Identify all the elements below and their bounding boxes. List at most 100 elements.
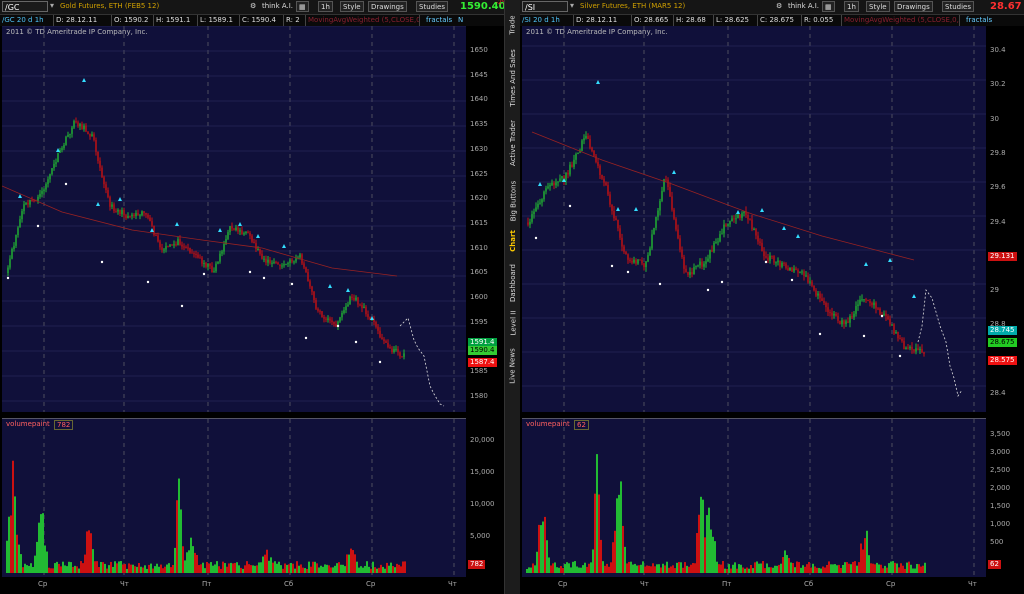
study-label[interactable]: MovingAvgWeighted (5,CLOSE,0,no) 28.965 [842,15,960,26]
volume-bar [896,563,898,573]
volume-bar [918,564,920,573]
gear-icon[interactable]: ⚙ [776,2,782,10]
price-axis[interactable]: 30.430.23029.829.629.429.22928.828.628.4… [986,26,1024,412]
candle-body [147,214,149,218]
tab-level-ii[interactable]: Level II [505,308,521,338]
time-axis[interactable]: Ср Чт Пт Сб Ср Чт [2,578,466,592]
candle-body [151,221,153,226]
style-button[interactable]: Style [340,1,364,12]
volume-bar [22,567,24,573]
volume-bar [676,562,678,573]
volume-chart-area[interactable] [2,418,466,577]
candle-body [229,226,231,233]
volume-bar [768,567,770,573]
candle-body [231,226,233,229]
candle-body [911,346,913,350]
n-label[interactable]: N [456,15,466,26]
volume-bar [838,564,840,573]
volume-bar [306,568,308,573]
fractals-label[interactable]: fractals [964,15,998,26]
volume-bar [706,515,708,573]
candle-body [175,244,177,246]
period-button[interactable]: 1h [318,1,333,12]
volume-axis[interactable]: 20,000 15,000 10,000 5,000 782 [466,418,504,576]
volume-bar [538,524,540,573]
volume-bar [224,563,226,573]
volume-bar [796,561,798,573]
calendar-icon[interactable]: ▦ [296,1,309,12]
volume-bar [604,565,606,573]
volume-bar [880,564,882,573]
style-button[interactable]: Style [866,1,890,12]
volume-chart-svg [526,419,975,577]
candle-body [203,263,205,265]
candle-body [785,263,787,269]
volume-bar [804,566,806,573]
volume-bar [114,561,116,573]
tab-trade[interactable]: Trade [505,8,521,42]
fractal-down-marker [6,276,10,280]
candle-body [707,258,709,262]
gear-icon[interactable]: ⚙ [250,2,256,10]
tab-big-buttons[interactable]: Big Buttons [505,178,521,224]
volume-bar [566,562,568,573]
volume-study-label[interactable]: volumepaint [6,420,50,428]
tab-times-and-sales[interactable]: Times And Sales [505,48,521,108]
symbol-input[interactable]: /SI [522,1,568,12]
candle-body [573,159,575,167]
symbol-description: Silver Futures, ETH (MAR5 12) [580,2,686,10]
candle-body [163,249,165,251]
price-axis[interactable]: 1650 1645 1640 1635 1630 1625 1620 1615 1610 1605… [466,26,504,412]
tab-label: Dashboard [509,264,518,302]
fractals-label[interactable]: fractals [424,15,456,26]
tab-chart[interactable]: Chart [505,226,521,256]
volume-bar [820,568,822,573]
period-button[interactable]: 1h [844,1,859,12]
price-chart-area[interactable] [522,26,986,412]
volume-bar [386,562,388,573]
volume-bar [316,563,318,573]
candle-body [863,299,865,301]
chevron-down-icon[interactable]: ▾ [570,1,574,10]
think-ai-label[interactable]: think A.I. [788,2,819,10]
volume-axis[interactable]: 3,500 3,000 2,500 2,000 1,500 1,000 500 62 [986,418,1024,576]
volume-bar [182,546,184,573]
calendar-icon[interactable]: ▦ [822,1,835,12]
candle-body [601,174,603,179]
volume-bar [382,566,384,573]
candle-body [83,125,85,130]
study-label[interactable]: MovingAvgWeighted (5,CLOSE,0,no) 1604.4 [306,15,420,26]
price-chart-area[interactable] [2,26,466,412]
fractal-down-marker [336,324,340,328]
volume-bar [102,562,104,573]
volume-bar [640,564,642,573]
drawings-button[interactable]: Drawings [368,1,407,12]
think-ai-label[interactable]: think A.I. [262,2,293,10]
tab-dashboard[interactable]: Dashboard [505,262,521,304]
volume-chart-area[interactable] [522,418,986,577]
tab-live-news[interactable]: Live News [505,342,521,390]
studies-button[interactable]: Studies [942,1,974,12]
volume-bar [62,561,64,573]
candle-body [695,266,697,268]
volume-bar [764,568,766,573]
candle-body [889,319,891,325]
volume-study-label[interactable]: volumepaint [526,420,570,428]
volume-bar [352,550,354,573]
gold-chart-panel: /GC ▾ Gold Futures, ETH (FEB5 12) ⚙ thin… [0,0,508,594]
time-axis[interactable]: Ср Чт Пт Сб Ср Чт [522,578,986,592]
symbol-input[interactable]: /GC [2,1,48,12]
volume-bar [154,566,156,573]
price-tag: 28.675 [988,338,1017,347]
info-symbol: /SI 20 d 1h [520,15,574,26]
chevron-down-icon[interactable]: ▾ [50,1,54,10]
volume-bar [24,563,26,573]
time-axis-tick: Сб [804,580,814,588]
candle-body [25,202,27,205]
drawings-button[interactable]: Drawings [894,1,933,12]
volume-bar [184,560,186,573]
studies-button[interactable]: Studies [416,1,448,12]
volume-bar [562,568,564,573]
candle-body [107,190,109,198]
tab-active-trader[interactable]: Active Trader [505,110,521,176]
